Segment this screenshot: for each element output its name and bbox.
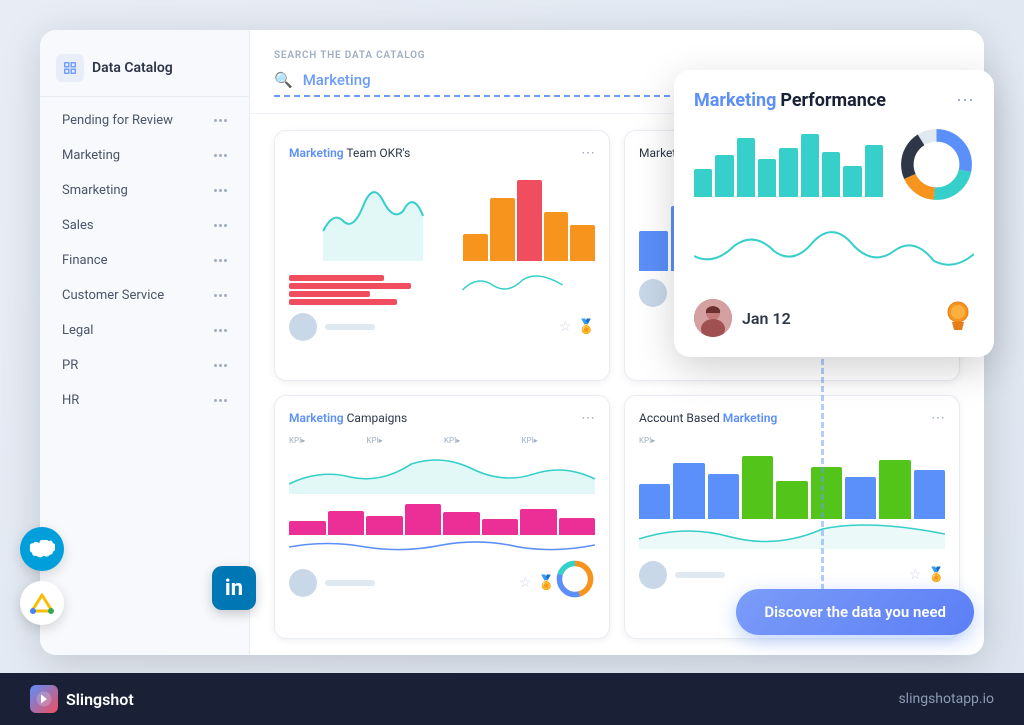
sidebar-item-legal[interactable]: Legal [46, 314, 243, 347]
card-marketing-campaigns[interactable]: Marketing Campaigns ⋯ KPI▸ KPI▸ KPI▸ KPI… [274, 395, 610, 639]
floating-badge-icon [942, 300, 974, 336]
sidebar-item-menu-legal [214, 329, 227, 332]
card-footer-account: ☆ 🏅 [639, 561, 945, 589]
star-icon-campaigns: ☆ [519, 575, 532, 591]
badge-icon-okr: 🏅 [578, 319, 595, 335]
avatar-account [639, 561, 667, 589]
google-ads-icon [20, 581, 64, 625]
sidebar: Data Catalog Pending for Review Marketin… [40, 30, 250, 655]
sidebar-item-menu-sales [214, 224, 227, 227]
chart-wave-okr [289, 171, 457, 261]
floating-footer: Jan 12 [694, 299, 974, 337]
floating-charts-row [694, 127, 974, 202]
chart-area-campaigns [289, 449, 595, 494]
card-header-okr: Marketing Team OKR's ⋯ [289, 145, 595, 161]
card-footer-campaigns: ☆ 🏅 [289, 569, 555, 597]
sidebar-item-hr[interactable]: HR [46, 384, 243, 417]
floating-card-header: Marketing Performance ⋯ [694, 90, 974, 111]
floating-card-title: Marketing Performance [694, 90, 886, 111]
search-icon: 🔍 [274, 71, 293, 89]
floating-avatar [694, 299, 732, 337]
floating-card-menu[interactable]: ⋯ [956, 90, 974, 111]
star-icon-okr: ☆ [559, 319, 572, 335]
sidebar-item-sales[interactable]: Sales [46, 209, 243, 242]
badge-icon-campaigns: 🏅 [538, 575, 555, 591]
card-meta-account: ☆ 🏅 [909, 567, 945, 583]
sidebar-item-menu-pr [214, 364, 227, 367]
app-url: slingshotapp.io [898, 691, 994, 707]
app-name: Slingshot [66, 690, 134, 709]
floating-donut [899, 127, 974, 202]
card-menu-campaigns[interactable]: ⋯ [581, 410, 595, 426]
bottom-bar: Slingshot slingshotapp.io [0, 673, 1024, 725]
card-title-okr: Marketing Team OKR's [289, 146, 410, 160]
card-marketing-okr[interactable]: Marketing Team OKR's ⋯ [274, 130, 610, 381]
app-icons-group [20, 527, 64, 625]
sidebar-title: Data Catalog [92, 60, 173, 76]
sidebar-item-smarketing[interactable]: Smarketing [46, 174, 243, 207]
card-footer-okr: ☆ 🏅 [289, 313, 595, 341]
sidebar-header: Data Catalog [40, 40, 249, 97]
cta-label: Discover the data you need [764, 603, 946, 621]
cta-button[interactable]: Discover the data you need [736, 589, 974, 635]
card-title-account: Account Based Marketing [639, 411, 777, 425]
sidebar-item-menu-finance [214, 259, 227, 262]
sidebar-item-pending[interactable]: Pending for Review [46, 104, 243, 137]
star-icon-account: ☆ [909, 567, 922, 583]
card-meta-okr: ☆ 🏅 [559, 319, 595, 335]
card-title-campaigns: Marketing Campaigns [289, 411, 407, 425]
sidebar-item-finance[interactable]: Finance [46, 244, 243, 277]
avatar-campaigns [289, 569, 317, 597]
badge-icon-account: 🏅 [928, 567, 945, 583]
card-menu-account[interactable]: ⋯ [931, 410, 945, 426]
sidebar-item-menu-customer-service [214, 294, 227, 297]
sidebar-item-menu-hr [214, 399, 227, 402]
floating-user: Jan 12 [694, 299, 791, 337]
card-menu-okr[interactable]: ⋯ [581, 145, 595, 161]
card-meta-campaigns: ☆ 🏅 [519, 575, 555, 591]
sidebar-item-customer-service[interactable]: Customer Service [46, 279, 243, 312]
floating-date: Jan 12 [742, 309, 791, 328]
data-catalog-icon [56, 54, 84, 82]
card-header-account: Account Based Marketing ⋯ [639, 410, 945, 426]
sidebar-item-menu-smarketing [214, 189, 227, 192]
sidebar-item-pr[interactable]: PR [46, 349, 243, 382]
sidebar-item-menu-marketing [214, 154, 227, 157]
floating-line-chart [694, 216, 974, 281]
main-wrapper: Slingshot slingshotapp.io Data Catalog P [0, 0, 1024, 725]
chart-wave-okr-small [430, 265, 595, 305]
salesforce-icon [20, 527, 64, 571]
donut-campaigns [555, 559, 595, 599]
chart-wave-account [639, 519, 945, 549]
slingshot-icon [30, 685, 58, 713]
sidebar-item-menu-pending [214, 119, 227, 122]
avatar-email [639, 279, 667, 307]
chart-wave-campaigns [289, 535, 595, 555]
card-header-campaigns: Marketing Campaigns ⋯ [289, 410, 595, 426]
search-label: SEARCH THE DATA CATALOG [274, 50, 960, 61]
floating-performance-card: Marketing Performance ⋯ [674, 70, 994, 357]
avatar-okr [289, 313, 317, 341]
logo-group: Slingshot [30, 685, 134, 713]
sidebar-item-marketing[interactable]: Marketing [46, 139, 243, 172]
linkedin-icon: in [212, 566, 256, 610]
